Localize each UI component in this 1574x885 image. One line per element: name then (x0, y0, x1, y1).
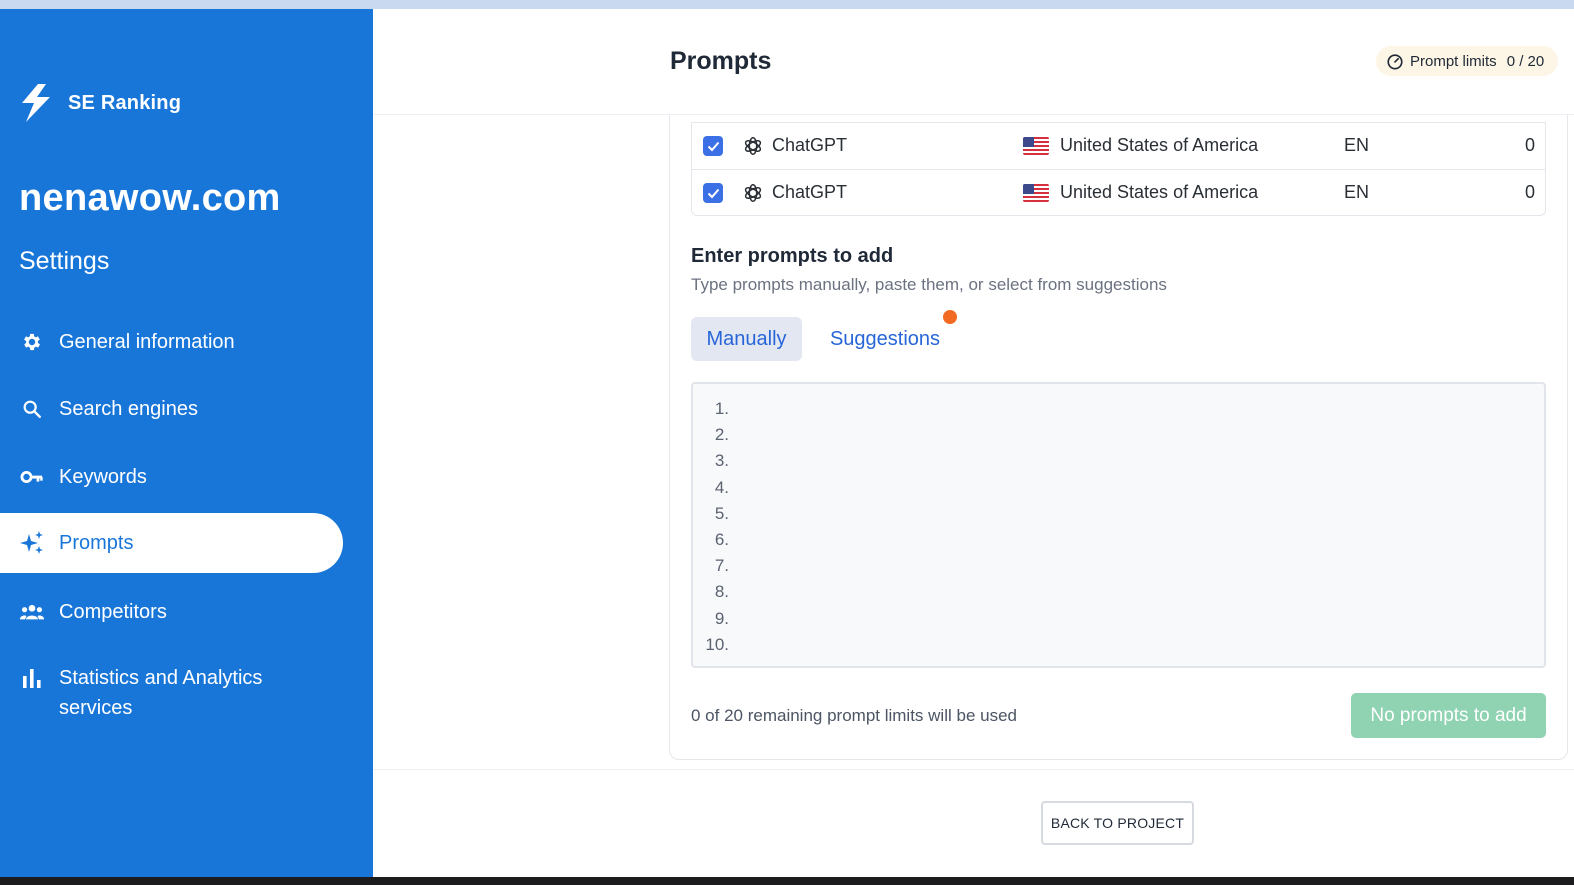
prompts-textarea[interactable] (741, 394, 1531, 656)
chatgpt-icon (744, 184, 762, 202)
us-flag-icon (1023, 184, 1049, 202)
brand-name: SE Ranking (68, 91, 182, 114)
sidebar-item-statistics-and-analytics-services[interactable]: Statistics and Analytics services (0, 663, 343, 725)
prompt-limits-label: Prompt limits (1410, 52, 1497, 70)
line-number: 7. (714, 556, 729, 576)
line-number: 4. (714, 477, 729, 497)
line-number: 6. (714, 530, 729, 550)
line-number: 2. (714, 425, 729, 445)
language-code: EN (1344, 182, 1370, 202)
row-checkbox[interactable] (703, 136, 723, 156)
sidebar-item-competitors[interactable]: Competitors (0, 597, 343, 627)
line-number: 1. (714, 399, 729, 418)
se-ranking-logo-icon (22, 84, 50, 122)
engines-table: ChatGPT United States of America EN 0 Ch… (691, 122, 1546, 216)
back-to-project-button[interactable]: BACK TO PROJECT (1041, 801, 1194, 845)
us-flag-icon (1023, 137, 1049, 155)
sidebar-item-label: General information (59, 331, 235, 353)
language-code: EN (1344, 135, 1370, 155)
page-header: Prompts Prompt limits 0 / 20 (373, 9, 1574, 115)
sidebar: SE Ranking nenawow.com Settings General … (0, 9, 373, 877)
sidebar-item-search-engines[interactable]: Search engines (0, 394, 343, 424)
section-title: Enter prompts to add (691, 245, 894, 267)
sparkle-icon (19, 530, 45, 556)
row-checkbox[interactable] (703, 183, 723, 203)
chatgpt-icon (744, 137, 762, 155)
sidebar-item-label: Search engines (59, 398, 198, 420)
window-bottom-strip (0, 877, 1574, 885)
sidebar-item-keywords[interactable]: Keywords (0, 462, 343, 492)
people-icon (19, 599, 45, 625)
country-name: United States of America (1060, 135, 1259, 155)
sidebar-item-label: Prompts (59, 532, 134, 554)
line-number: 5. (714, 503, 729, 523)
table-row: ChatGPT United States of America EN 0 (692, 123, 1545, 169)
tab-manually[interactable]: Manually (691, 317, 802, 361)
line-number: 8. (714, 582, 729, 602)
section-subtitle: Type prompts manually, paste them, or se… (691, 275, 1167, 294)
sidebar-item-prompts[interactable]: Prompts (0, 513, 343, 573)
sidebar-item-label: Statistics and Analytics services (59, 667, 263, 719)
engine-name: ChatGPT (772, 182, 848, 202)
prompt-limits-count: 0 / 20 (1506, 52, 1545, 70)
add-prompts-button[interactable]: No prompts to add (1351, 693, 1546, 738)
checkmark-icon (707, 141, 719, 151)
prompts-card: ChatGPT United States of America EN 0 Ch… (669, 115, 1568, 760)
usage-text: 0 of 20 remaining prompt limits will be … (691, 706, 1017, 725)
prompt-count: 0 (1524, 135, 1535, 155)
gear-icon (19, 329, 45, 355)
sidebar-item-label: Keywords (59, 466, 147, 488)
gauge-icon (1387, 54, 1403, 70)
table-row: ChatGPT United States of America EN 0 (692, 169, 1545, 215)
brand[interactable]: SE Ranking (18, 83, 181, 123)
window-top-strip (0, 0, 1574, 9)
line-number: 3. (714, 451, 729, 471)
prompts-editor: 1. 2. 3. 4. 5. 6. 7. 8. 9. 10. (691, 382, 1546, 668)
line-number: 9. (714, 608, 729, 628)
notification-dot (943, 310, 957, 324)
tab-suggestions[interactable]: Suggestions (820, 317, 950, 361)
engine-name: ChatGPT (772, 135, 848, 155)
bar-chart-icon (19, 665, 45, 691)
settings-title: Settings (19, 247, 110, 275)
page-footer: BACK TO PROJECT (373, 769, 1574, 877)
prompt-count: 0 (1524, 182, 1535, 202)
page-title: Prompts (670, 47, 772, 75)
search-icon (19, 396, 45, 422)
sidebar-item-label: Competitors (59, 601, 167, 623)
prompt-limits-badge[interactable]: Prompt limits 0 / 20 (1376, 46, 1559, 76)
line-numbers: 1. 2. 3. 4. 5. 6. 7. 8. 9. 10. (703, 396, 729, 658)
checkmark-icon (707, 188, 719, 198)
country-name: United States of America (1060, 182, 1259, 202)
line-number: 10. (705, 634, 729, 654)
sidebar-item-general-information[interactable]: General information (0, 327, 343, 357)
project-name: nenawow.com (19, 177, 281, 219)
key-icon (19, 464, 45, 490)
